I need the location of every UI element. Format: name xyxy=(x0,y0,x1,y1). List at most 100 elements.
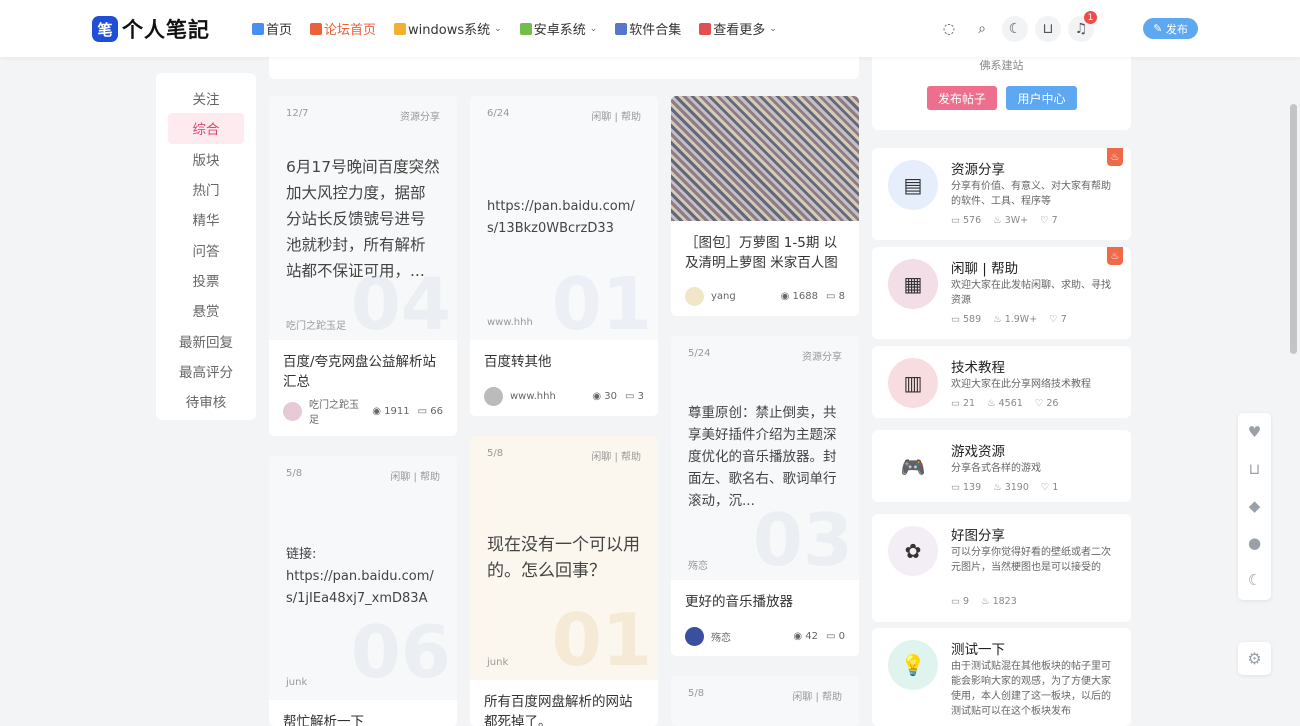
views-count: ◉ 30 xyxy=(592,391,617,402)
post-date: 6/24 xyxy=(487,108,510,119)
avatar[interactable] xyxy=(283,401,302,421)
nav-item-2[interactable]: windows系统 ⌄ xyxy=(394,19,502,38)
post-title[interactable]: 更好的音乐播放器 xyxy=(671,580,859,612)
cart-icon[interactable]: ⊔ xyxy=(1238,450,1271,487)
menu-item-7[interactable]: 悬赏 xyxy=(168,295,244,325)
forum-name[interactable]: 测试一下 xyxy=(951,638,1005,658)
post-title[interactable]: ［图包］万萝图 1-5期 以及清明上萝图 米家百人图 ... xyxy=(671,221,859,273)
avatar[interactable] xyxy=(685,287,704,306)
heat-count: ♨ 4561 xyxy=(987,398,1023,409)
hot-flame-icon: ♨ xyxy=(1107,247,1123,265)
nav-item-3[interactable]: 安卓系统 ⌄ xyxy=(519,19,597,38)
post-title[interactable]: 帮忙解析一下 xyxy=(269,700,457,726)
post-card[interactable]: 5/24 资源分享 尊重原创：禁止倒卖，共享美好插件介绍为主题深度优化的音乐播放器… xyxy=(671,336,859,656)
nav-icon xyxy=(615,22,628,35)
post-author[interactable]: 吃门之跎玉足 xyxy=(309,396,364,426)
publish-button[interactable]: ✎ 发布 xyxy=(1143,18,1198,39)
menu-item-10[interactable]: 待审核 xyxy=(168,386,244,416)
heart-icon[interactable]: ♥ xyxy=(1238,413,1271,450)
post-card[interactable]: 12/7 资源分享 6月17号晚间百度突然加大风控力度，据部分站长反馈號号进号池就… xyxy=(269,96,457,436)
comments-count: ▭ 21 xyxy=(951,398,976,409)
wechat-icon[interactable]: ● xyxy=(1238,524,1271,561)
nav-label: 论坛首页 xyxy=(324,23,377,38)
post-watermark-number: 04 xyxy=(350,262,451,346)
forum-name[interactable]: 好图分享 xyxy=(951,524,1005,544)
nav-label: 软件合集 xyxy=(629,23,682,38)
comments-count: ▭ 139 xyxy=(951,482,982,493)
forum-card[interactable]: ▦ 闲聊 | 帮助 欢迎大家在此发帖闲聊、求助、寻找资源 ▭ 589 ♨ 1.9W+ ♡ … xyxy=(872,247,1131,339)
post-author[interactable]: 殇恋 xyxy=(711,629,785,644)
forum-icon: ▦ xyxy=(888,259,938,309)
menu-item-9[interactable]: 最高评分 xyxy=(168,356,244,386)
comments-count: ▭ 589 xyxy=(951,314,982,325)
post-card[interactable]: 5/8 闲聊 | 帮助 xyxy=(671,676,859,726)
post-title[interactable]: 所有百度网盘解析的网站都死掉了。 xyxy=(470,680,658,726)
post-date: 5/8 xyxy=(688,688,705,699)
menu-item-2[interactable]: 版块 xyxy=(168,144,244,174)
forum-desc: 欢迎大家在此发帖闲聊、求助、寻找资源 xyxy=(951,280,1111,306)
forum-card[interactable]: 🎮 游戏资源 分享各式各样的游戏 ▭ 139 ♨ 3190 ♡ 1 xyxy=(872,430,1131,502)
post-category: 闲聊 | 帮助 xyxy=(591,112,641,123)
settings-gear-icon[interactable]: ⚙ xyxy=(1238,642,1271,675)
nav-label: 首页 xyxy=(266,23,293,38)
nav-label: 安卓系统 xyxy=(533,23,586,38)
new-post-button[interactable]: 发布帖子 xyxy=(927,86,997,110)
user-center-button[interactable]: 用户中心 xyxy=(1006,86,1077,110)
post-date: 5/8 xyxy=(487,448,504,459)
nav-item-0[interactable]: 首页 xyxy=(252,19,292,38)
menu-item-4[interactable]: 精华 xyxy=(168,204,244,234)
menu-item-5[interactable]: 问答 xyxy=(168,234,244,264)
moon-icon[interactable]: ☾ xyxy=(1238,561,1271,598)
views-count: ◉ 1688 xyxy=(780,291,818,302)
nav-icon xyxy=(394,22,407,35)
site-logo[interactable]: 笔 个人笔記 xyxy=(92,14,210,44)
avatar[interactable] xyxy=(484,387,503,406)
post-author[interactable]: www.hhh xyxy=(510,391,584,402)
search-icon[interactable]: ⌕ xyxy=(969,16,995,42)
post-excerpt: https://pan.baidu.com/s/13Bkz0WBcrzD33Q?… xyxy=(487,199,635,236)
nav-item-4[interactable]: 软件合集 xyxy=(615,19,681,38)
forum-icon: 🎮 xyxy=(888,442,938,492)
post-category: 资源分享 xyxy=(400,112,440,123)
nav-item-5[interactable]: 查看更多 ⌄ xyxy=(699,19,777,38)
forum-name[interactable]: 技术教程 xyxy=(951,356,1005,376)
pencil-icon: ✎ xyxy=(1153,22,1163,35)
post-category: 资源分享 xyxy=(802,352,842,363)
post-author-line: junk xyxy=(487,657,509,668)
menu-item-0[interactable]: 关注 xyxy=(168,83,244,113)
forum-card[interactable]: ▥ 技术教程 欢迎大家在此分享网络技术教程 ▭ 21 ♨ 4561 ♡ 26 xyxy=(872,346,1131,418)
post-card[interactable]: ［图包］万萝图 1-5期 以及清明上萝图 米家百人图 ... yang ◉ 168… xyxy=(671,96,859,316)
forum-name[interactable]: 闲聊 | 帮助 xyxy=(951,257,1018,277)
menu-item-3[interactable]: 热门 xyxy=(168,174,244,204)
likes-count: ♡ 1 xyxy=(1040,482,1059,493)
post-card[interactable]: 5/8 闲聊 | 帮助 现在没有一个可以用的。怎么回事？ junk 01 所有百度… xyxy=(470,436,658,726)
forum-card[interactable]: ▤ 资源分享 分享有价值、有意义、对大家有帮助的软件、工具、程序等 ▭ 576 ♨ 3W… xyxy=(872,148,1131,240)
menu-item-8[interactable]: 最新回复 xyxy=(168,325,244,355)
post-author[interactable]: yang xyxy=(711,291,773,302)
forum-icon: 💡 xyxy=(888,640,938,690)
bell-icon[interactable]: ♫ 1 xyxy=(1068,11,1097,42)
menu-item-1[interactable]: 综合 xyxy=(168,113,244,144)
page-scrollbar[interactable] xyxy=(1290,104,1297,354)
post-card[interactable]: 5/8 闲聊 | 帮助 链接: https://pan.baidu.com/s/1… xyxy=(269,456,457,726)
qq-icon[interactable]: ◆ xyxy=(1238,487,1271,524)
menu-item-6[interactable]: 投票 xyxy=(168,265,244,295)
cart-icon[interactable]: ⊔ xyxy=(1035,16,1061,42)
dark-mode-icon[interactable]: ☾ xyxy=(1002,16,1028,42)
post-category: 闲聊 | 帮助 xyxy=(591,452,641,463)
post-title[interactable]: 百度/夸克网盘公益解析站汇总 xyxy=(269,340,457,392)
publish-label: 发布 xyxy=(1165,22,1188,36)
forum-name[interactable]: 游戏资源 xyxy=(951,440,1005,460)
post-author-line: www.hhh xyxy=(487,317,533,328)
avatar[interactable] xyxy=(685,627,704,646)
top-header: 笔 个人笔記 首页 论坛首页 windows系统 ⌄ 安卓系统 ⌄ 软件合集 查看更多 ⌄ ◌ … xyxy=(0,0,1300,57)
post-cover-image[interactable] xyxy=(671,96,859,221)
forum-stats: ▭ 9 ♨ 1823 xyxy=(951,596,1029,607)
post-card[interactable]: 6/24 闲聊 | 帮助 https://pan.baidu.com/s/13Bk… xyxy=(470,96,658,416)
forum-card[interactable]: 💡 测试一下 由于测试贴混在其他板块的帖子里可能会影响大家的观感，为了方便大家使用，… xyxy=(872,628,1131,726)
forum-name[interactable]: 资源分享 xyxy=(951,158,1005,178)
heat-count: ♨ 1.9W+ xyxy=(993,314,1038,325)
theme-bulb-icon[interactable]: ◌ xyxy=(936,16,962,42)
forum-card[interactable]: ✿ 好图分享 可以分享你觉得好看的壁纸或者二次元图片，当然梗图也是可以接受的 ▭ 9 ♨… xyxy=(872,514,1131,622)
nav-item-1[interactable]: 论坛首页 xyxy=(310,19,376,38)
